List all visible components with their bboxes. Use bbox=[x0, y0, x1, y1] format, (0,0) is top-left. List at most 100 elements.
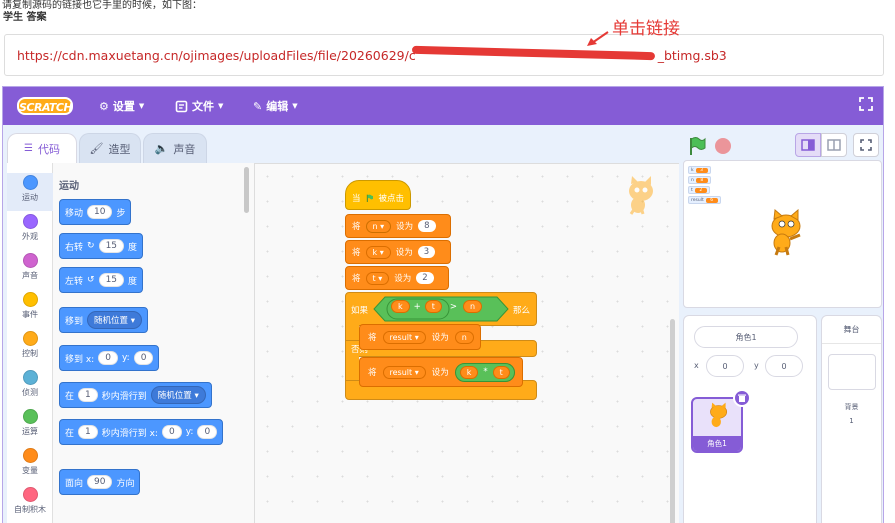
chevron-down-icon: ▼ bbox=[138, 102, 145, 110]
variable-dropdown[interactable]: n ▾ bbox=[365, 219, 392, 233]
set-n-block[interactable]: 将n ▾ 设为 8 bbox=[345, 214, 451, 238]
stage-thumbnail[interactable] bbox=[828, 354, 876, 390]
file-label: 文件 bbox=[192, 100, 214, 113]
sprite-watermark-icon bbox=[629, 176, 653, 215]
category-item[interactable]: 控制 bbox=[7, 329, 53, 367]
variable-n-reporter[interactable]: n bbox=[463, 300, 483, 313]
category-color-icon bbox=[22, 253, 38, 268]
variable-dropdown[interactable]: k ▾ bbox=[365, 245, 391, 259]
x-input[interactable]: 0 bbox=[161, 425, 182, 439]
y-input[interactable]: 0 bbox=[197, 425, 218, 439]
point-direction-block[interactable]: 面向 90 方向 bbox=[59, 469, 141, 495]
settings-menu[interactable]: ⚙ 设置 ▼ bbox=[99, 98, 144, 114]
scratch-editor: SCRATCH ⚙ 设置 ▼ 文件 ▼ ✎ 编辑 ▼ ☰ 代码 🖌 造型 🔈 声音 运动 外观 声音… bbox=[2, 86, 884, 523]
edit-menu[interactable]: ✎ 编辑 ▼ bbox=[253, 98, 298, 114]
y-input[interactable]: 0 bbox=[133, 351, 154, 365]
large-stage-button[interactable] bbox=[821, 133, 847, 157]
category-item[interactable]: 变量 bbox=[7, 446, 53, 484]
set-result-if-block[interactable]: 将 result ▾ 设为 n bbox=[359, 324, 481, 350]
variable-t-reporter[interactable]: t bbox=[492, 365, 510, 379]
rotate-left-icon: ↺ bbox=[87, 275, 95, 285]
value-input[interactable]: 3 bbox=[417, 246, 436, 258]
stage-header: 舞台 bbox=[822, 316, 881, 344]
turn-right-block[interactable]: 右转 ↻ 15 度 bbox=[59, 233, 144, 259]
glide-xy-block[interactable]: 在 1 秒内滑行到 x: 0 y: 0 bbox=[59, 419, 224, 445]
set-result-else-block[interactable]: 将 result ▾ 设为 k * t bbox=[359, 357, 523, 387]
sprite-name-field[interactable]: 角色1 bbox=[694, 326, 798, 348]
variable-dropdown[interactable]: result ▾ bbox=[382, 330, 426, 344]
glide-target-dropdown[interactable]: 随机位置 ▾ bbox=[150, 386, 206, 404]
category-label: 运算 bbox=[22, 427, 38, 436]
x-position-field[interactable]: 0 bbox=[706, 355, 744, 377]
scratch-logo[interactable]: SCRATCH bbox=[17, 97, 73, 115]
small-stage-button[interactable] bbox=[795, 133, 821, 157]
multiply-operator[interactable]: k * t bbox=[454, 362, 515, 382]
seconds-input[interactable]: 1 bbox=[78, 388, 98, 402]
answer-label: 学生 答案 bbox=[3, 12, 47, 23]
goto-target-dropdown[interactable]: 随机位置 ▾ bbox=[87, 311, 142, 329]
value-input[interactable]: 8 bbox=[418, 220, 436, 232]
chevron-down-icon: ▼ bbox=[292, 102, 298, 110]
fullscreen-stage-button[interactable] bbox=[853, 133, 879, 157]
workspace-scrollbar[interactable] bbox=[670, 319, 675, 523]
set-t-block[interactable]: 将t ▾ 设为 2 bbox=[345, 266, 449, 290]
seconds-input[interactable]: 1 bbox=[78, 425, 98, 439]
tab-code[interactable]: ☰ 代码 bbox=[7, 133, 77, 163]
variable-k-reporter[interactable]: k bbox=[391, 300, 410, 313]
variable-dropdown[interactable]: result ▾ bbox=[382, 365, 426, 379]
tab-costumes[interactable]: 🖌 造型 bbox=[79, 133, 141, 163]
menu-bar: SCRATCH ⚙ 设置 ▼ 文件 ▼ ✎ 编辑 ▼ bbox=[3, 87, 883, 125]
move-steps-block[interactable]: 移动 10 步 bbox=[59, 199, 132, 225]
variable-dropdown[interactable]: t ▾ bbox=[365, 271, 390, 285]
stage-canvas[interactable]: k3 n8 t2 result 6 bbox=[683, 160, 882, 308]
category-label: 外观 bbox=[22, 232, 38, 241]
category-item[interactable]: 运动 bbox=[7, 173, 53, 211]
tab-sounds[interactable]: 🔈 声音 bbox=[143, 133, 207, 163]
file-menu[interactable]: 文件 ▼ bbox=[175, 98, 223, 114]
goto-xy-block[interactable]: 移到 x: 0 y: 0 bbox=[59, 345, 160, 371]
tab-sounds-label: 声音 bbox=[173, 142, 196, 156]
degrees-input[interactable]: 15 bbox=[98, 273, 125, 287]
category-item[interactable]: 自制积木 bbox=[7, 485, 53, 523]
variable-n-reporter[interactable]: n bbox=[454, 330, 474, 344]
when-flag-clicked-block[interactable]: 当 被点击 bbox=[345, 180, 411, 210]
steps-input[interactable]: 10 bbox=[87, 205, 113, 219]
category-color-icon bbox=[22, 448, 38, 463]
fullscreen-icon[interactable] bbox=[859, 97, 873, 111]
green-flag-icon[interactable] bbox=[687, 136, 707, 156]
category-item[interactable]: 外观 bbox=[7, 212, 53, 250]
category-item[interactable]: 声音 bbox=[7, 251, 53, 289]
code-icon: ☰ bbox=[24, 143, 33, 154]
palette-scrollbar[interactable] bbox=[244, 167, 249, 213]
category-label: 自制积木 bbox=[14, 505, 46, 514]
stage-controls bbox=[685, 133, 881, 157]
file-icon bbox=[175, 100, 188, 112]
stage-selector[interactable]: 舞台 背景 1 bbox=[821, 315, 882, 523]
trash-icon bbox=[738, 394, 746, 402]
expand-icon bbox=[860, 139, 872, 151]
if-else-arm bbox=[345, 355, 359, 383]
glide-block[interactable]: 在 1 秒内滑行到 随机位置 ▾ bbox=[59, 382, 212, 408]
x-input[interactable]: 0 bbox=[98, 351, 118, 365]
variable-k-reporter[interactable]: k bbox=[459, 365, 479, 379]
category-item[interactable]: 运算 bbox=[7, 407, 53, 445]
goto-block[interactable]: 移到 随机位置 ▾ bbox=[59, 307, 148, 333]
value-input[interactable]: 2 bbox=[416, 272, 434, 284]
degrees-input[interactable]: 15 bbox=[98, 239, 125, 253]
y-position-field[interactable]: 0 bbox=[765, 355, 803, 377]
set-k-block[interactable]: 将k ▾ 设为 3 bbox=[345, 240, 451, 264]
direction-input[interactable]: 90 bbox=[87, 475, 113, 489]
variable-t-reporter[interactable]: t bbox=[424, 300, 442, 313]
y-label: y bbox=[754, 361, 759, 370]
category-item[interactable]: 事件 bbox=[7, 290, 53, 328]
cat-sprite-icon[interactable] bbox=[764, 209, 806, 257]
category-color-icon bbox=[22, 370, 38, 385]
category-item[interactable]: 侦测 bbox=[7, 368, 53, 406]
code-workspace[interactable]: 当 被点击 将n ▾ 设为 8 将k ▾ 设为 3 将t ▾ 设为 2 如果 那么 否则 bbox=[255, 163, 679, 523]
sprite-thumbnail[interactable]: 角色1 bbox=[691, 397, 743, 453]
stop-icon[interactable] bbox=[715, 138, 731, 154]
small-stage-icon bbox=[801, 139, 815, 151]
brush-icon: 🖌 bbox=[89, 142, 104, 155]
delete-sprite-button[interactable] bbox=[733, 389, 751, 407]
turn-left-block[interactable]: 左转 ↺ 15 度 bbox=[59, 267, 144, 293]
